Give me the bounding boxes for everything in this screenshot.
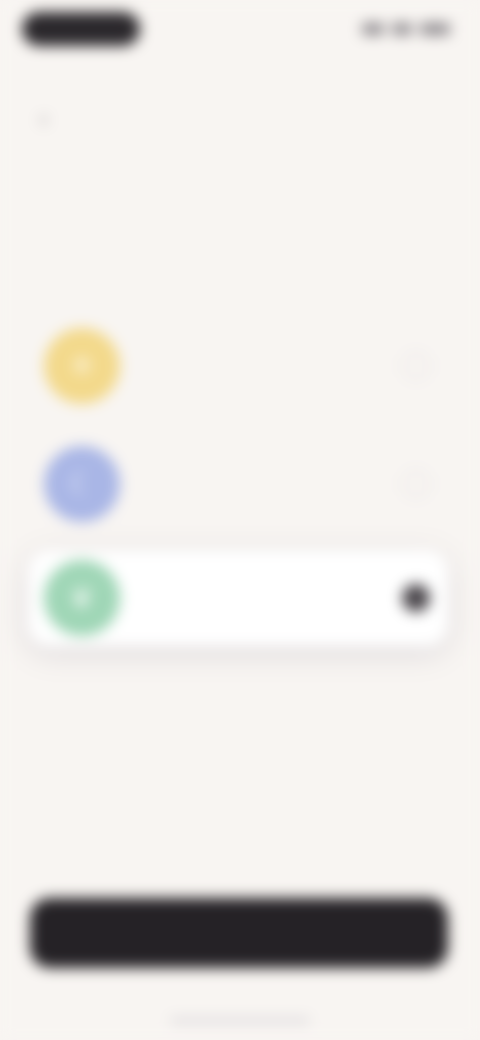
signal-icon [362,23,384,35]
battery-icon [420,23,450,35]
chevron-left-icon[interactable]: ‹ [40,108,62,130]
app-screen: ‹ ☀ ☾ ❦ [0,0,480,1040]
sun-icon: ☀ [44,328,120,404]
status-time-pill [22,12,140,46]
moon-icon: ☾ [44,446,120,522]
status-indicators [354,22,450,36]
option-card-1[interactable]: ☀ [28,318,448,414]
top-nav: ‹ [0,100,480,140]
option-radio-selected[interactable] [402,584,430,612]
option-card-3[interactable]: ❦ [28,550,448,646]
option-radio[interactable] [402,470,430,498]
home-indicator [170,1018,310,1023]
wifi-icon [392,23,412,35]
option-radio[interactable] [402,352,430,380]
leaf-icon: ❦ [44,560,120,636]
option-card-2[interactable]: ☾ [28,436,448,532]
continue-button[interactable] [30,898,448,968]
